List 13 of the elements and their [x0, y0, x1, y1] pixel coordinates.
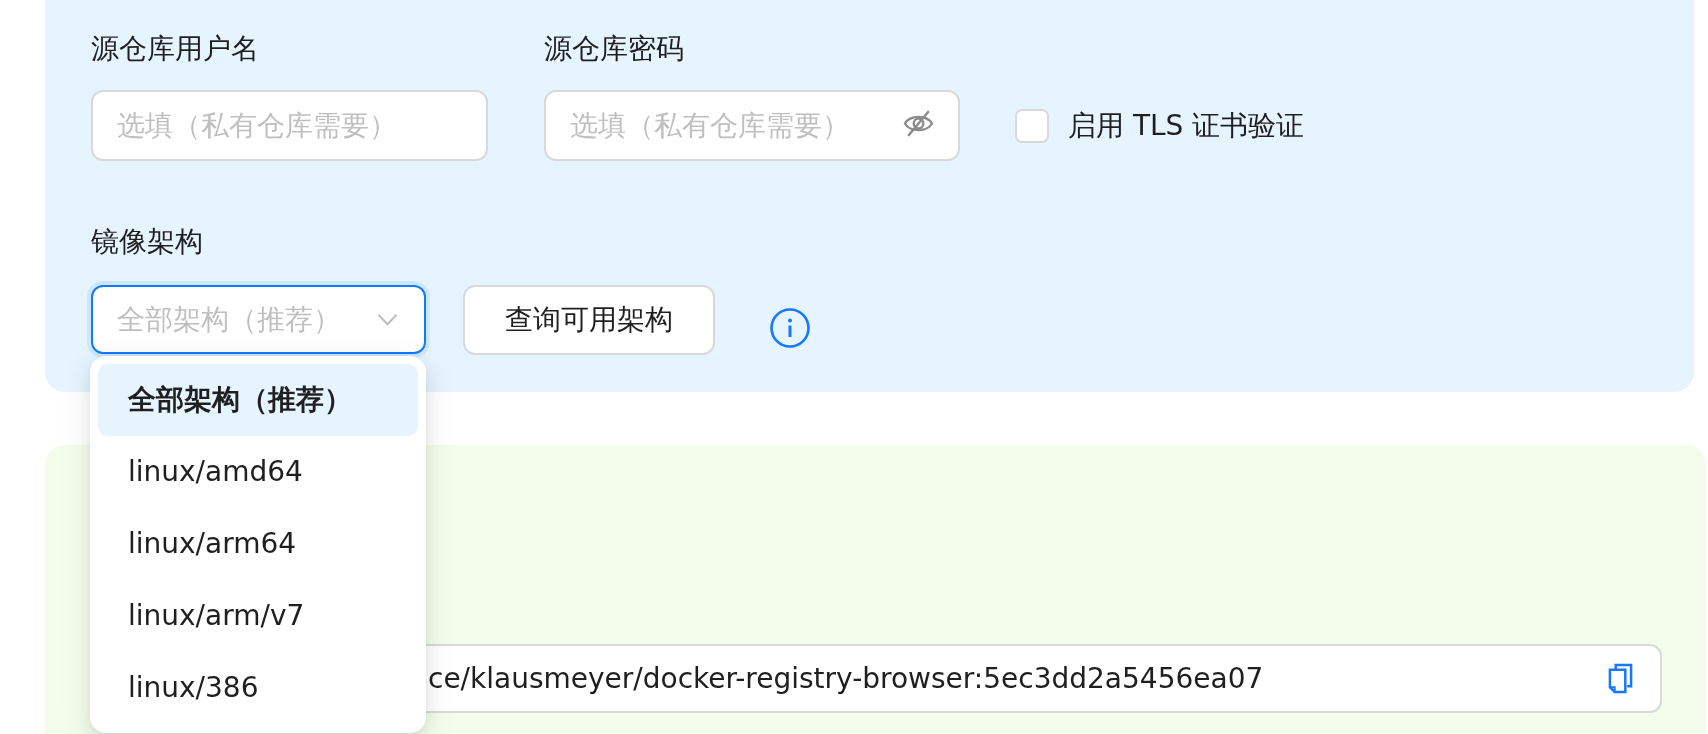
- query-button[interactable]: 查询可用架构: [463, 285, 715, 355]
- username-input[interactable]: 选填（私有仓库需要）: [91, 90, 488, 161]
- chevron-down-icon: [377, 313, 398, 326]
- field-label: 镜像架构: [91, 224, 203, 260]
- checkbox[interactable]: [1015, 108, 1049, 143]
- field-label: 源仓库密码: [544, 31, 684, 67]
- password-input[interactable]: 选填（私有仓库需要）: [544, 90, 960, 161]
- eye-slash-icon[interactable]: [903, 110, 934, 137]
- field-label: 源仓库用户名: [91, 31, 259, 67]
- info-icon[interactable]: [770, 308, 810, 348]
- copy-icon[interactable]: [1608, 663, 1633, 694]
- dropdown-option[interactable]: 全部架构（推荐）: [98, 364, 418, 436]
- checkbox-label: 启用 TLS 证书验证: [1068, 107, 1305, 144]
